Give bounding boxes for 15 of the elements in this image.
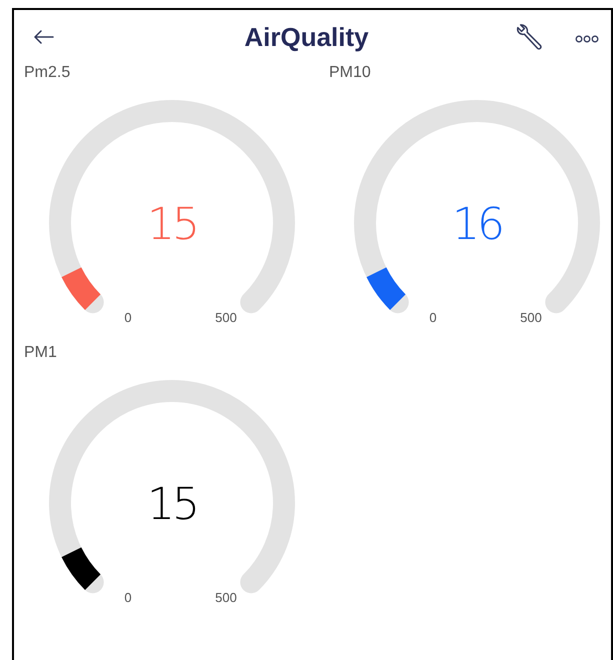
- gauge-label: Pm2.5: [24, 64, 70, 82]
- scale-min: 0: [124, 310, 132, 325]
- gauge-value: 15: [147, 479, 197, 530]
- scale-min: 0: [429, 310, 437, 325]
- scale-max: 500: [215, 310, 237, 325]
- scale-max: 500: [520, 310, 542, 325]
- scale-min: 0: [124, 590, 132, 605]
- gauge-label: PM10: [329, 64, 371, 82]
- app-title: AirQuality: [243, 22, 370, 52]
- gauge-label: PM1: [24, 344, 57, 362]
- gauge-value: 15: [147, 199, 197, 250]
- scale-max: 500: [215, 590, 237, 605]
- back-arrow-icon[interactable]: [34, 30, 54, 44]
- more-icon[interactable]: [575, 35, 599, 43]
- gauge-value: 16: [452, 199, 502, 250]
